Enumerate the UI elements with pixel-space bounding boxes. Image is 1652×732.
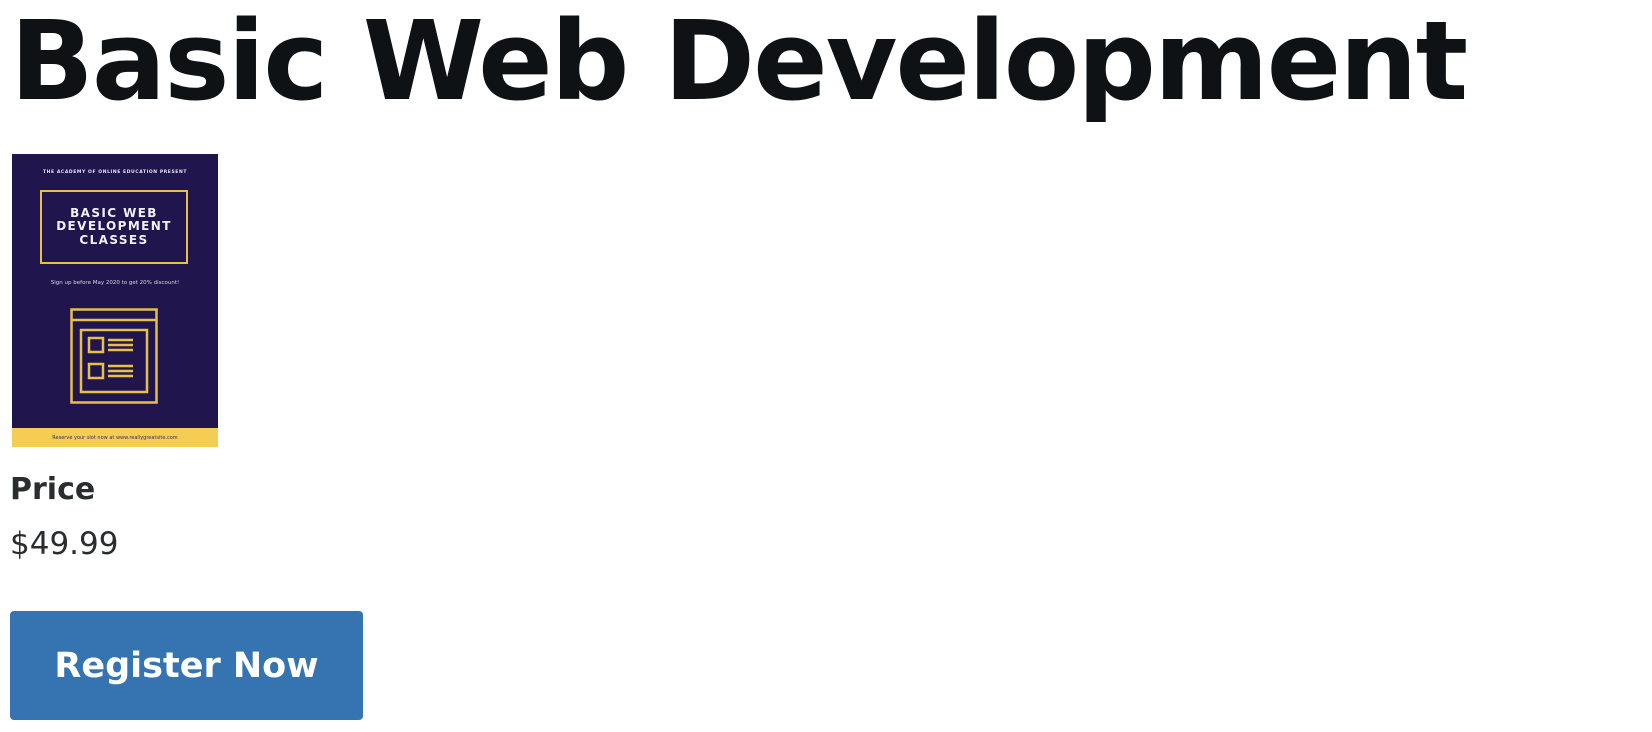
price-label: Price	[10, 472, 96, 507]
register-now-button[interactable]: Register Now	[10, 611, 363, 720]
page-title: Basic Web Development	[10, 0, 1468, 125]
poster-footer: Reserve your slot now at www.reallygreat…	[12, 428, 218, 447]
poster-footer-text: Reserve your slot now at www.reallygreat…	[52, 434, 178, 441]
price-value: $49.99	[10, 526, 119, 562]
course-poster-image: THE ACADEMY OF ONLINE EDUCATION PRESENT …	[12, 154, 218, 447]
poster-heading: BASIC WEB DEVELOPMENT CLASSES	[56, 205, 172, 247]
poster-presenter-text: THE ACADEMY OF ONLINE EDUCATION PRESENT	[42, 170, 188, 175]
poster-title-frame: BASIC WEB DEVELOPMENT CLASSES	[40, 190, 188, 264]
course-page: Basic Web Development THE ACADEMY OF ONL…	[0, 0, 1652, 732]
webpage-layout-icon	[70, 308, 160, 409]
poster-discount-text: Sign up before May 2020 to get 20% disco…	[50, 280, 180, 286]
